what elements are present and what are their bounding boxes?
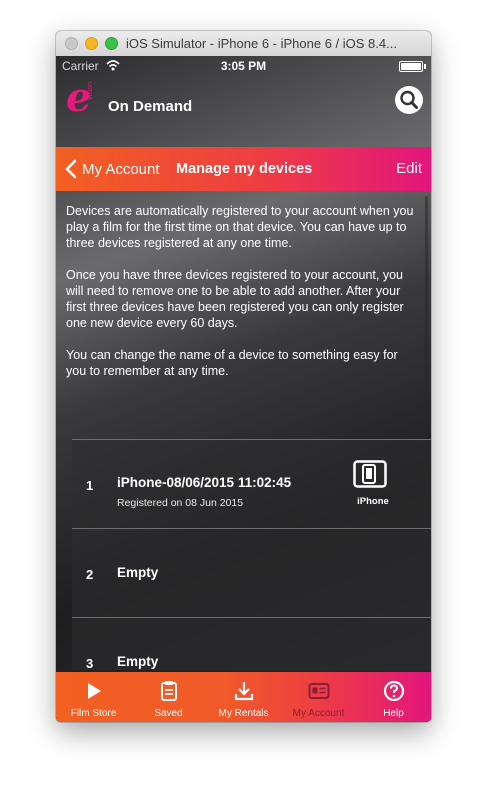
window-title: iOS Simulator - iPhone 6 - iPhone 6 / iO… [126, 36, 397, 51]
device-number: 2 [86, 567, 94, 582]
play-icon [88, 683, 101, 699]
search-button[interactable] [395, 86, 423, 114]
intro-paragraph: Devices are automatically registered to … [66, 204, 414, 250]
window-titlebar: iOS Simulator - iPhone 6 - iPhone 6 / iO… [56, 31, 431, 57]
device-type-label: iPhone [357, 496, 389, 507]
search-icon [400, 90, 418, 109]
help-icon [383, 680, 405, 702]
close-window-button[interactable] [65, 37, 78, 50]
simulator-window: iOS Simulator - iPhone 6 - iPhone 6 / iO… [56, 31, 431, 722]
intro-text: Devices are automatically registered to … [66, 203, 421, 395]
device-name: iPhone-08/06/2015 11:02:45 [117, 475, 292, 490]
phone-screen: Carrier 3:05 PM e vision On Demand My Ac… [56, 56, 431, 722]
tab-label: Help [383, 708, 404, 719]
device-name: Empty [117, 654, 159, 669]
tab-my-account[interactable]: My Account [281, 672, 356, 722]
iphone-icon [353, 460, 387, 488]
tab-label: My Rentals [218, 708, 269, 719]
status-bar: Carrier 3:05 PM [56, 56, 431, 76]
device-row[interactable]: 1 iPhone-08/06/2015 11:02:45 Registered … [72, 439, 431, 528]
intro-paragraph: You can change the name of a device to s… [66, 348, 398, 378]
device-row[interactable]: 3 Empty [72, 617, 431, 670]
device-name: Empty [117, 565, 159, 580]
devices-content[interactable]: Devices are automatically registered to … [56, 191, 431, 670]
intro-paragraph: Once you have three devices registered t… [66, 268, 404, 330]
zoom-window-button[interactable] [105, 37, 118, 50]
tab-help[interactable]: Help [356, 672, 431, 722]
tab-label: Film Store [70, 708, 117, 719]
navigation-bar: My Account Manage my devices Edit [56, 147, 431, 191]
battery-icon [399, 61, 426, 72]
tab-my-rentals[interactable]: My Rentals [206, 672, 281, 722]
page-title: Manage my devices [176, 161, 313, 177]
device-number: 3 [86, 656, 94, 670]
tab-label: Saved [154, 708, 183, 719]
download-icon [234, 682, 254, 701]
back-button[interactable]: My Account [64, 157, 160, 181]
edit-button[interactable]: Edit [396, 160, 422, 177]
app-title: On Demand [108, 98, 193, 115]
minimize-window-button[interactable] [85, 37, 98, 50]
id-card-icon [308, 683, 330, 699]
device-registered-date: Registered on 08 Jun 2015 [117, 497, 244, 509]
status-time: 3:05 PM [220, 59, 267, 73]
app-header: e vision On Demand [56, 76, 431, 122]
device-row[interactable]: 2 Empty [72, 528, 431, 617]
back-label: My Account [82, 160, 160, 178]
tab-bar: Film Store Saved My Rentals My Account H… [56, 672, 431, 722]
device-list: 1 iPhone-08/06/2015 11:02:45 Registered … [72, 439, 431, 670]
clipboard-icon [161, 681, 177, 701]
device-number: 1 [86, 478, 94, 493]
tab-film-store[interactable]: Film Store [56, 672, 131, 722]
chevron-left-icon [65, 159, 77, 179]
tab-saved[interactable]: Saved [131, 672, 206, 722]
tab-label: My Account [292, 708, 345, 719]
logo-small-text: vision [87, 82, 94, 100]
